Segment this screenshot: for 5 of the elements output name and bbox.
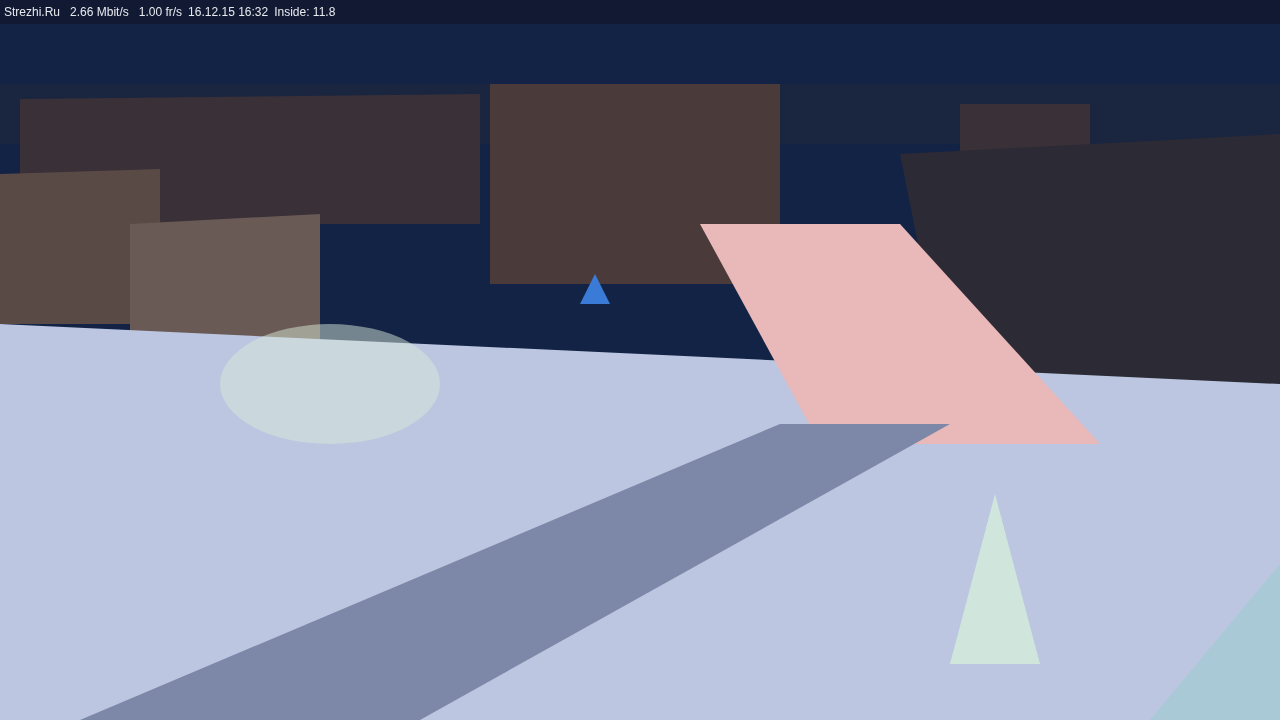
status-text: 16.12.15 16:32 — [188, 5, 269, 19]
status-text: Strezhi.Ru — [4, 5, 61, 19]
status-text: Inside: 11.8 — [274, 5, 336, 19]
status-text: 1.00 fr/s — [138, 5, 183, 19]
status-text: 2.66 Mbit/s — [70, 5, 129, 19]
